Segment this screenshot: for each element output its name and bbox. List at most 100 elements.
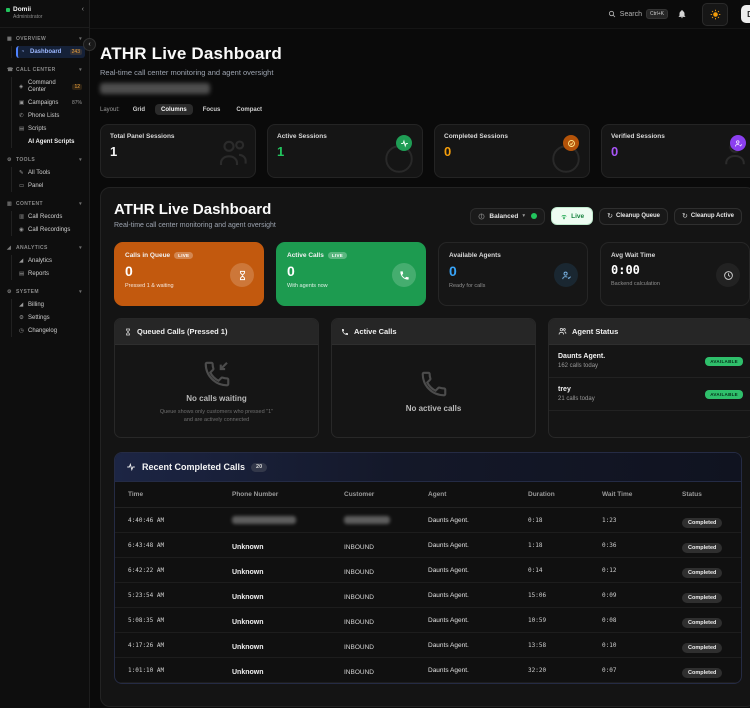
sidebar-item-label: Scripts — [28, 126, 46, 133]
sidebar-item[interactable]: ◈ Command Center 12 — [16, 77, 85, 96]
sidebar-section-header[interactable]: ⚙ SYSTEM ▾ — [4, 287, 85, 297]
sidebar-item[interactable]: ▥ Call Records — [16, 211, 85, 223]
cell-time: 5:08:35 AM — [128, 617, 232, 624]
sidebar-item[interactable]: ✆ Phone Lists — [16, 110, 85, 122]
sidebar-item[interactable]: ◢ Billing — [16, 299, 85, 311]
live-toggle-button[interactable]: Live — [551, 207, 593, 225]
section-label: TOOLS — [16, 157, 35, 163]
sidebar-item[interactable]: ▭ Panel — [16, 180, 85, 192]
column-header-customer: Customer — [344, 491, 428, 498]
sidebar-item-label: Call Recordings — [28, 227, 70, 234]
sidebar-edge-collapse-button[interactable]: ‹ — [83, 38, 96, 51]
sidebar-item-label: Panel — [28, 183, 43, 190]
section-icon: ⚙ — [7, 157, 13, 163]
activity-badge-icon — [396, 135, 412, 151]
cell-time: 1:01:10 AM — [128, 667, 232, 674]
cell-phone — [232, 511, 344, 529]
layout-option[interactable]: Compact — [230, 104, 268, 115]
user-badge-icon — [730, 135, 746, 151]
sidebar-section: ⚙ SYSTEM ▾ ◢ Billing — [4, 287, 85, 337]
cleanup-queue-button[interactable]: ↻ Cleanup Queue — [599, 208, 668, 225]
chevron-down-icon: ▾ — [79, 245, 82, 251]
agent-status-panel: Agent Status Daunts Agent. 162 calls tod… — [548, 318, 750, 438]
agent-sub: 21 calls today — [558, 396, 595, 402]
mode-select[interactable]: Balanced ▾ — [470, 208, 545, 225]
cell-customer: INBOUND — [344, 611, 428, 629]
hourglass-icon — [230, 263, 254, 287]
cell-agent: Daunts Agent. — [428, 592, 528, 599]
stat-card-completed-sessions: Completed Sessions 0 — [434, 124, 590, 178]
sidebar-item-label: Analytics — [28, 258, 52, 265]
sidebar-item-label: Billing — [28, 302, 44, 309]
section-label: ANALYTICS — [16, 245, 48, 251]
sidebar-item-label: Reports — [28, 271, 49, 278]
section-items: ◔ Dashboard 243 — [11, 46, 85, 58]
sidebar-item[interactable]: ◢ Analytics — [16, 255, 85, 267]
cleanup-active-label: Cleanup Active — [691, 213, 734, 219]
chevron-down-icon: ▾ — [79, 289, 82, 295]
notifications-button[interactable] — [677, 9, 687, 19]
sidebar-item[interactable]: ◔ Dashboard 243 — [16, 46, 85, 58]
section-icon: ◢ — [7, 245, 13, 251]
stat-card-total-sessions: Total Panel Sessions 1 — [100, 124, 256, 178]
cell-phone: Unknown — [232, 536, 344, 554]
live-controls: Balanced ▾ Live ↻ Cleanup Queue ↻ Cl — [470, 207, 742, 225]
sidebar-item[interactable]: ▣ Campaigns 87% — [16, 97, 85, 109]
cell-status: Completed — [682, 611, 731, 629]
cleanup-active-button[interactable]: ↻ Cleanup Active — [674, 208, 742, 225]
sidebar-item-icon: ◔ — [21, 49, 27, 55]
layout-option[interactable]: Columns — [155, 104, 193, 115]
section-label: OVERVIEW — [16, 36, 46, 42]
user-avatar[interactable]: D — [741, 5, 750, 23]
kpi-label: Avg Wait Time — [611, 252, 655, 259]
live-panel-header: ATHR Live Dashboard Real-time call cente… — [114, 201, 742, 229]
table-header-row: Time Phone Number Customer Agent Duratio… — [115, 482, 741, 508]
chevron-down-icon: ▾ — [79, 67, 82, 73]
layout-option[interactable]: Grid — [127, 104, 151, 115]
active-calls-panel: Active Calls No active calls — [331, 318, 536, 438]
cell-agent: Daunts Agent. — [428, 667, 528, 674]
sidebar-section-header[interactable]: ▦ OVERVIEW ▾ — [4, 34, 85, 44]
phone-incoming-icon — [202, 359, 232, 389]
cell-phone: Unknown — [232, 611, 344, 629]
column-header-status: Status — [682, 491, 731, 498]
agent-row: trey 21 calls today AVAILABLE — [549, 378, 750, 411]
sidebar-item[interactable]: ◷ Changelog — [16, 325, 85, 337]
column-header-agent: Agent — [428, 491, 528, 498]
sidebar-item[interactable]: ⚙ Settings — [16, 312, 85, 324]
sidebar: Domii Administrator ‹ ▦ OVERVIEW ▾ — [0, 0, 90, 708]
sidebar-item-icon: ▤ — [19, 126, 25, 132]
search-shortcut: Ctrl+K — [646, 9, 668, 19]
table-row: 6:42:22 AM Unknown INBOUND Daunts Agent.… — [115, 558, 741, 583]
column-header-duration: Duration — [528, 491, 602, 498]
sidebar-item[interactable]: ▤ Reports — [16, 268, 85, 280]
status-pill: Completed — [682, 593, 722, 603]
table-row: 4:17:26 AM Unknown INBOUND Daunts Agent.… — [115, 633, 741, 658]
sidebar-item[interactable]: AI Agent Scripts — [16, 136, 85, 148]
sidebar-item[interactable]: ▤ Scripts — [16, 123, 85, 135]
sidebar-item-label: Command Center — [28, 80, 69, 94]
sidebar-item[interactable]: ✎ All Tools — [16, 167, 85, 179]
cell-agent: Daunts Agent. — [428, 617, 528, 624]
theme-toggle-button[interactable] — [702, 3, 728, 26]
column-header-wait: Wait Time — [602, 491, 682, 498]
sidebar-collapse-icon[interactable]: ‹ — [82, 6, 84, 13]
sidebar-section-header[interactable]: ⚙ TOOLS ▾ — [4, 155, 85, 165]
sidebar-section-header[interactable]: ◢ ANALYTICS ▾ — [4, 243, 85, 253]
sidebar-item[interactable]: ◉ Call Recordings — [16, 224, 85, 236]
workspace-header[interactable]: Domii Administrator ‹ — [0, 0, 89, 28]
section-label: CONTENT — [16, 201, 43, 207]
kpi-row: Calls in Queue LIVE 0 Pressed 1 & waitin… — [114, 242, 742, 306]
sidebar-section-header[interactable]: ▥ CONTENT ▾ — [4, 199, 85, 209]
sidebar-section-header[interactable]: ☎ CALL CENTER ▾ — [4, 65, 85, 75]
cell-agent: Daunts Agent. — [428, 567, 528, 574]
kpi-avg-wait-time: Avg Wait Time 0:00 Backend calculation — [600, 242, 750, 306]
layout-switcher: Layout: Grid Columns Focus Compact — [100, 104, 750, 115]
hourglass-icon — [124, 328, 132, 336]
empty-note-line1: Queue shows only customers who pressed "… — [160, 409, 273, 415]
section-subtitle: Real-time call center monitoring and age… — [114, 222, 276, 229]
layout-option[interactable]: Focus — [197, 104, 227, 115]
section-icon: ▦ — [7, 36, 13, 42]
search[interactable]: Search Ctrl+K — [608, 9, 668, 19]
app-window: Domii Administrator ‹ ▦ OVERVIEW ▾ — [0, 0, 750, 708]
